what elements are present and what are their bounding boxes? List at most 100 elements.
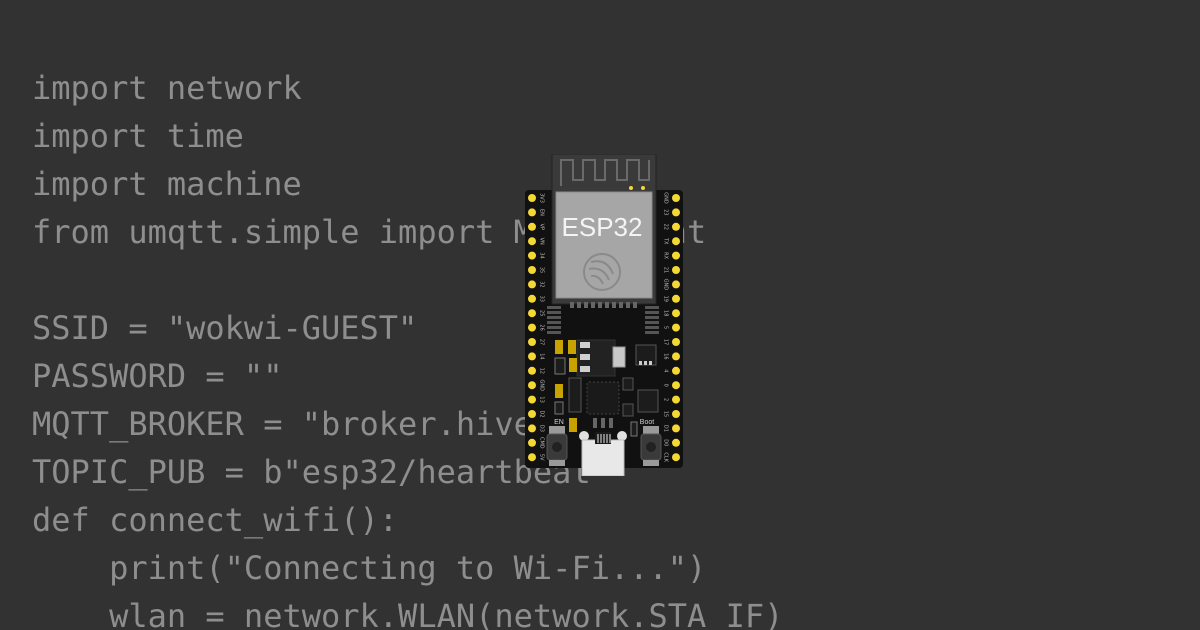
module-side-pad [547, 316, 561, 319]
pin-label: 12 [539, 368, 545, 374]
module-pad [570, 302, 574, 308]
module-side-pad [645, 321, 659, 324]
module-side-pad [645, 316, 659, 319]
smd-led [555, 384, 563, 398]
header-pin[interactable] [528, 424, 536, 433]
module-pad [633, 302, 637, 308]
header-pin[interactable] [672, 194, 680, 202]
pin-label: 34 [539, 252, 545, 258]
module-side-pad [547, 326, 561, 329]
pin-label: 5V [539, 454, 545, 461]
pin-label: 4 [663, 369, 669, 372]
pin-label: CMD [539, 437, 545, 449]
regulator-tab [612, 346, 626, 368]
smd-component [622, 403, 634, 417]
module-side-pad [645, 331, 659, 334]
component-pad [580, 366, 590, 372]
esp32-board[interactable]: ESP32 EN Boot 3V3 EN VP VN 34 35 32 33 2… [525, 154, 683, 476]
header-pin[interactable] [672, 352, 680, 361]
header-pin[interactable] [672, 222, 680, 231]
header-pin[interactable] [672, 381, 680, 390]
pin-label: 32 [539, 281, 545, 287]
boot-button[interactable] [640, 426, 662, 466]
en-button-label: EN [554, 419, 564, 426]
module-pad [577, 302, 581, 308]
header-pin[interactable] [672, 438, 680, 447]
code-line: import network [32, 69, 302, 107]
micro-usb-port[interactable] [579, 431, 627, 476]
pin-label: D1 [663, 425, 669, 432]
component-pad [649, 361, 652, 365]
module-pad [612, 302, 616, 308]
header-pin[interactable] [672, 309, 680, 318]
editor-canvas: import network import time import machine f… [0, 0, 1200, 630]
smd-led [555, 340, 563, 354]
header-pin[interactable] [528, 366, 536, 375]
header-pin[interactable] [672, 338, 680, 346]
header-pin[interactable] [672, 251, 680, 260]
header-pin[interactable] [672, 280, 680, 289]
smd-array [568, 377, 582, 413]
module-side-pad [547, 311, 561, 314]
header-pin[interactable] [672, 395, 680, 404]
smd-led [569, 358, 577, 372]
component-pad [580, 354, 590, 360]
module-label: ESP32 [562, 212, 643, 242]
header-pin[interactable] [672, 208, 680, 217]
module-side-pad [547, 321, 561, 324]
module-pad [605, 302, 609, 308]
header-pin[interactable] [672, 266, 680, 274]
pin-label: 0 [663, 384, 669, 387]
header-pin[interactable] [672, 453, 680, 462]
header-pin[interactable] [672, 366, 680, 375]
header-pin[interactable] [528, 395, 536, 404]
header-pin[interactable] [672, 323, 680, 332]
header-pin[interactable] [672, 410, 680, 418]
pin-label: 2 [663, 398, 669, 401]
usb-uart-chip [586, 381, 620, 415]
pin-label: 17 [663, 339, 669, 345]
header-pin[interactable] [528, 338, 536, 346]
code-line: def connect_wifi(): [32, 501, 399, 539]
header-pin[interactable] [528, 266, 536, 274]
module-side-pad [645, 326, 659, 329]
code-line: print("Connecting to Wi-Fi...") [32, 549, 707, 587]
pin-label: RX [663, 252, 669, 259]
header-pin[interactable] [672, 237, 680, 246]
header-pin[interactable] [528, 237, 536, 246]
header-pin[interactable] [528, 280, 536, 289]
header-pin[interactable] [528, 352, 536, 361]
component-pad [644, 361, 647, 365]
pin-label: 18 [663, 310, 669, 316]
pin-label: EN [539, 209, 545, 216]
en-button[interactable] [546, 426, 568, 466]
header-pin[interactable] [528, 438, 536, 447]
module-side-pad [645, 306, 659, 309]
pin-label: 23 [663, 209, 669, 215]
header-pin[interactable] [672, 294, 680, 303]
header-pin[interactable] [528, 323, 536, 332]
module-pad [584, 302, 588, 308]
header-pin[interactable] [528, 194, 536, 202]
pin-label: VP [539, 224, 545, 230]
module-shield [555, 191, 653, 299]
header-pin[interactable] [528, 381, 536, 390]
header-pin[interactable] [528, 208, 536, 217]
smd-component [554, 357, 566, 375]
header-pin[interactable] [528, 294, 536, 303]
header-pin[interactable] [528, 251, 536, 260]
header-pin[interactable] [672, 424, 680, 433]
pin-label: TX [663, 237, 669, 245]
module-pad [598, 302, 602, 308]
component-pad [639, 361, 642, 365]
smd-chip [637, 389, 659, 413]
code-line: import time [32, 117, 244, 155]
pin-label: GND [539, 379, 545, 391]
module-side-pad [547, 306, 561, 309]
header-pin[interactable] [528, 453, 536, 462]
header-pin[interactable] [528, 222, 536, 231]
header-pin[interactable] [528, 410, 536, 418]
component-pad [580, 342, 590, 348]
pin-label: 14 [539, 353, 545, 359]
header-pin[interactable] [528, 309, 536, 318]
